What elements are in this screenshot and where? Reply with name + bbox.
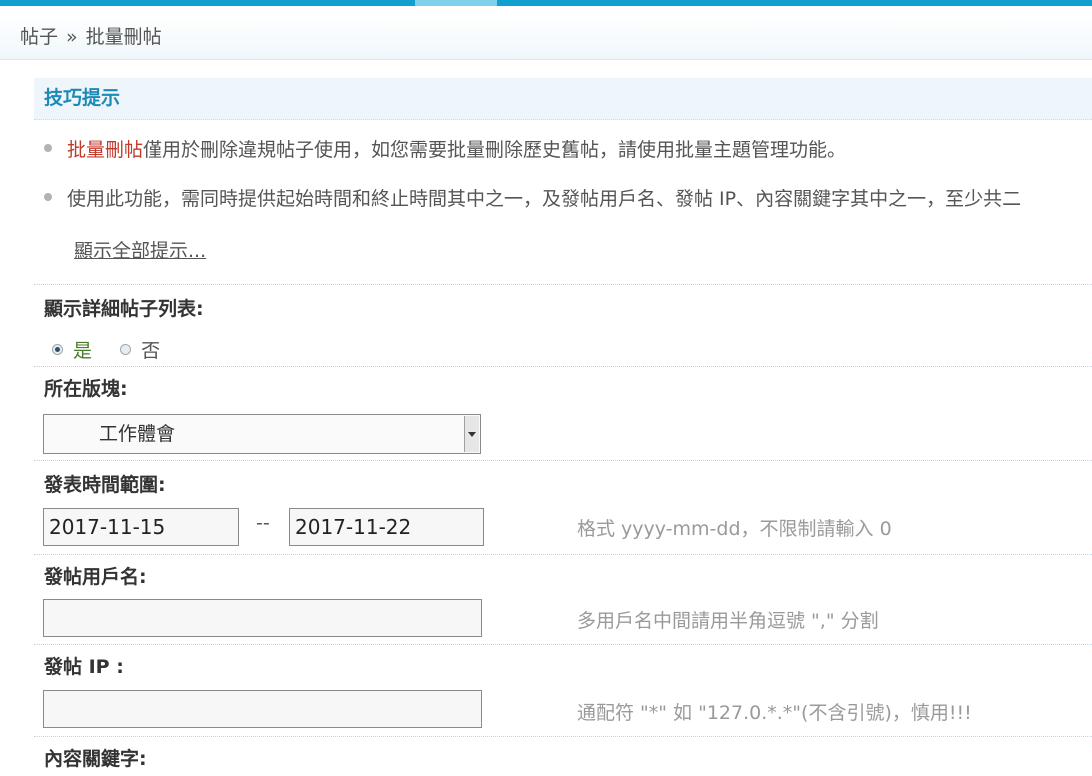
keyword-label: 內容關鍵字: [44, 748, 147, 770]
radio-no[interactable] [120, 344, 132, 355]
divider [34, 644, 1092, 645]
divider [34, 460, 1092, 461]
breadcrumb-current: 批量刪帖 [85, 26, 162, 48]
divider [34, 284, 1092, 285]
detail-list-label: 顯示詳細帖子列表: [44, 298, 204, 320]
forum-select-value: 工作體會 [99, 423, 176, 445]
forum-select[interactable]: 工作體會 [43, 414, 481, 454]
end-date-input[interactable]: 2017-11-22 [289, 508, 484, 546]
radio-yes[interactable] [52, 344, 63, 355]
ip-input[interactable] [43, 690, 482, 728]
tip-text: 僅用於刪除違規帖子使用，如您需要批量刪除歷史舊帖，請使用批量主題管理功能。 [143, 139, 847, 161]
divider [34, 736, 1092, 737]
time-range-label: 發表時間範圍: [44, 474, 166, 496]
tip-text: 使用此功能，需同時提供起始時間和終止時間其中之一，及發帖用戶名、發帖 IP、內容… [67, 188, 1022, 210]
bullet-icon [44, 192, 52, 201]
username-input[interactable] [43, 599, 482, 637]
top-active-tab-indicator [415, 0, 497, 6]
tips-title: 技巧提示 [34, 78, 1092, 120]
chevron-down-icon[interactable] [464, 416, 479, 452]
breadcrumb-root-link[interactable]: 帖子 [20, 26, 58, 48]
divider [34, 554, 1092, 555]
bullet-icon [44, 143, 52, 152]
tip-highlight: 批量刪帖 [67, 139, 144, 161]
divider [34, 366, 1092, 367]
detail-list-radio-group: 是 否 [52, 336, 182, 362]
username-label: 發帖用戶名: [44, 566, 147, 588]
radio-yes-label[interactable]: 是 [73, 340, 92, 362]
breadcrumb: 帖子 » 批量刪帖 [0, 14, 1092, 60]
tip-item: 批量刪帖僅用於刪除違規帖子使用，如您需要批量刪除歷史舊帖，請使用批量主題管理功能… [44, 135, 846, 165]
username-hint: 多用戶名中間請用半角逗號 "," 分割 [577, 610, 879, 632]
ip-hint: 通配符 "*" 如 "127.0.*.*"(不含引號)，慎用!!! [577, 702, 972, 724]
breadcrumb-separator: » [66, 26, 78, 48]
date-range-separator: -- [256, 512, 270, 534]
show-all-tips-link[interactable]: 顯示全部提示... [74, 236, 206, 263]
date-format-hint: 格式 yyyy-mm-dd，不限制請輸入 0 [577, 518, 892, 540]
start-date-input[interactable]: 2017-11-15 [43, 508, 239, 546]
tip-item: 使用此功能，需同時提供起始時間和終止時間其中之一，及發帖用戶名、發帖 IP、內容… [44, 184, 1021, 214]
ip-label: 發帖 IP : [44, 656, 124, 678]
top-accent-bar [0, 0, 1092, 6]
radio-no-label[interactable]: 否 [141, 340, 160, 362]
forum-label: 所在版塊: [44, 378, 128, 400]
